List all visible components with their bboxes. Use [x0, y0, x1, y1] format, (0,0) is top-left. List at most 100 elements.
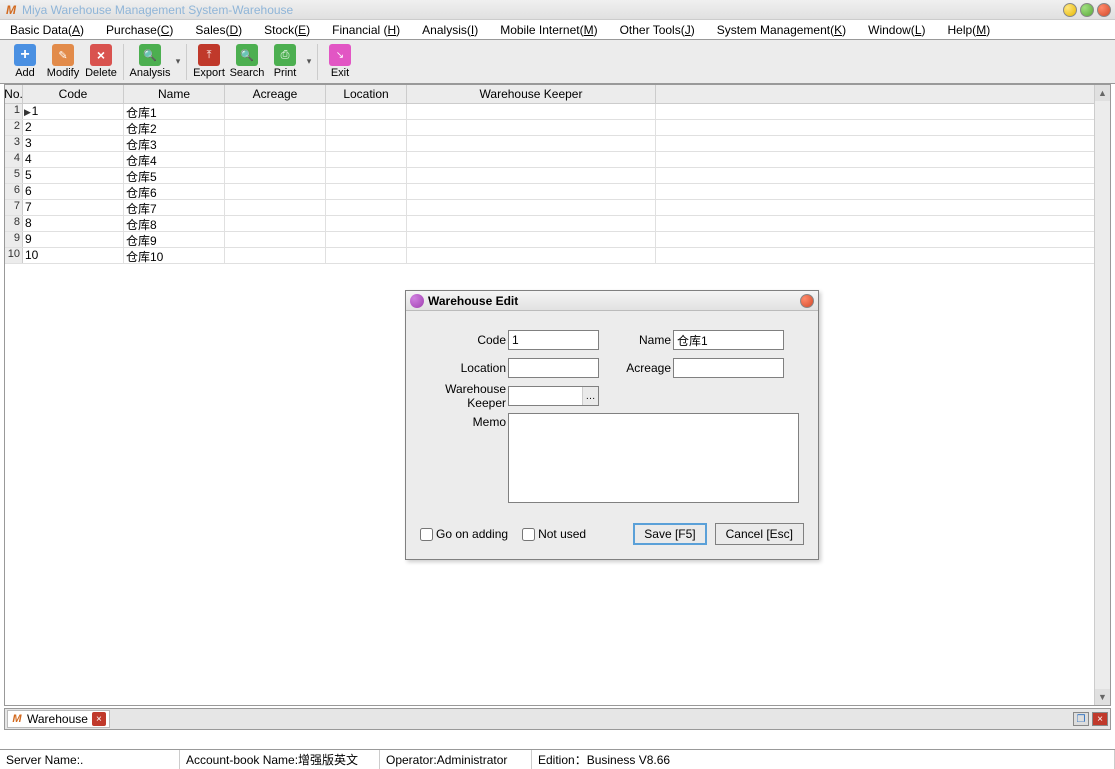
tab-label: Warehouse	[27, 712, 88, 726]
dialog-footer: Go on adding Not used Save [F5] Cancel […	[406, 519, 818, 545]
keeper-lookup-button[interactable]: …	[582, 387, 598, 405]
code-input[interactable]	[508, 330, 599, 350]
menu-bar: Basic Data(A) Purchase(C) Sales(D) Stock…	[0, 20, 1115, 40]
acreage-input[interactable]	[673, 358, 784, 378]
cell-acreage	[225, 168, 326, 183]
cell-name: 仓库8	[124, 216, 225, 231]
table-row[interactable]: 77仓库7	[5, 200, 1110, 216]
cell-location	[326, 104, 407, 119]
save-button[interactable]: Save [F5]	[633, 523, 706, 545]
table-row[interactable]: 22仓库2	[5, 120, 1110, 136]
close-all-button[interactable]: ×	[1092, 712, 1108, 726]
cell-name: 仓库4	[124, 152, 225, 167]
cell-location	[326, 152, 407, 167]
status-server: Server Name:.	[0, 750, 180, 769]
dialog-close-button[interactable]	[800, 294, 814, 308]
table-row[interactable]: 44仓库4	[5, 152, 1110, 168]
table-row[interactable]: 1010仓库10	[5, 248, 1110, 264]
scroll-down-icon[interactable]: ▼	[1095, 689, 1110, 705]
go-on-adding-checkbox[interactable]: Go on adding	[420, 527, 508, 541]
cell-keeper	[407, 168, 656, 183]
col-location[interactable]: Location	[326, 85, 407, 103]
cell-acreage	[225, 232, 326, 247]
menu-window[interactable]: Window(L)	[868, 23, 925, 37]
separator	[123, 44, 124, 80]
scroll-up-icon[interactable]: ▲	[1095, 85, 1110, 101]
name-input[interactable]	[673, 330, 784, 350]
col-code[interactable]: Code	[23, 85, 124, 103]
maximize-button[interactable]	[1080, 3, 1094, 17]
col-name[interactable]: Name	[124, 85, 225, 103]
table-row[interactable]: 55仓库5	[5, 168, 1110, 184]
print-button[interactable]: ⎙ Print	[266, 44, 304, 79]
cell-code: 3	[23, 136, 124, 151]
print-dropdown[interactable]: ▾	[304, 40, 314, 84]
plus-icon: +	[14, 44, 36, 66]
analysis-button[interactable]: 🔍 Analysis	[127, 44, 173, 79]
cell-code: 8	[23, 216, 124, 231]
cell-location	[326, 168, 407, 183]
cell-code: 6	[23, 184, 124, 199]
tab-warehouse[interactable]: M Warehouse ×	[7, 710, 110, 728]
menu-basic-data[interactable]: Basic Data(A)	[10, 23, 84, 37]
cell-name: 仓库9	[124, 232, 225, 247]
cell-keeper	[407, 216, 656, 231]
menu-purchase[interactable]: Purchase(C)	[106, 23, 173, 37]
table-row[interactable]: 88仓库8	[5, 216, 1110, 232]
grid-header: No. Code Name Acreage Location Warehouse…	[5, 85, 1110, 104]
table-row[interactable]: 33仓库3	[5, 136, 1110, 152]
cell-keeper	[407, 120, 656, 135]
delete-button[interactable]: × Delete	[82, 44, 120, 79]
cell-code: 9	[23, 232, 124, 247]
table-row[interactable]: 99仓库9	[5, 232, 1110, 248]
cell-name: 仓库3	[124, 136, 225, 151]
col-no[interactable]: No.	[5, 85, 23, 103]
cell-keeper	[407, 184, 656, 199]
memo-textarea[interactable]	[508, 413, 799, 503]
menu-financial[interactable]: Financial (H)	[332, 23, 400, 37]
dialog-title-bar[interactable]: Warehouse Edit	[406, 291, 818, 311]
col-keeper[interactable]: Warehouse Keeper	[407, 85, 656, 103]
menu-other-tools[interactable]: Other Tools(J)	[620, 23, 695, 37]
cell-keeper	[407, 104, 656, 119]
cell-acreage	[225, 136, 326, 151]
menu-mobile-internet[interactable]: Mobile Internet(M)	[500, 23, 597, 37]
cell-keeper	[407, 200, 656, 215]
menu-stock[interactable]: Stock(E)	[264, 23, 310, 37]
minimize-button[interactable]	[1063, 3, 1077, 17]
table-row[interactable]: 1 1仓库1	[5, 104, 1110, 120]
cell-no: 8	[5, 216, 23, 231]
menu-sales[interactable]: Sales(D)	[195, 23, 242, 37]
table-row[interactable]: 66仓库6	[5, 184, 1110, 200]
restore-button[interactable]: ❐	[1073, 712, 1089, 726]
go-on-adding-input[interactable]	[420, 528, 433, 541]
cell-location	[326, 232, 407, 247]
exit-button[interactable]: ↘ Exit	[321, 44, 359, 79]
not-used-input[interactable]	[522, 528, 535, 541]
modify-button[interactable]: ✎ Modify	[44, 44, 82, 79]
x-icon: ×	[90, 44, 112, 66]
not-used-checkbox[interactable]: Not used	[522, 527, 586, 541]
col-acreage[interactable]: Acreage	[225, 85, 326, 103]
cell-code: 7	[23, 200, 124, 215]
location-input[interactable]	[508, 358, 599, 378]
menu-system-management[interactable]: System Management(K)	[717, 23, 846, 37]
add-button[interactable]: + Add	[6, 44, 44, 79]
menu-help[interactable]: Help(M)	[948, 23, 991, 37]
search-button[interactable]: 🔍 Search	[228, 44, 266, 79]
export-button[interactable]: ⤒ Export	[190, 44, 228, 79]
cancel-button[interactable]: Cancel [Esc]	[715, 523, 804, 545]
tab-close-button[interactable]: ×	[92, 712, 106, 726]
cell-no: 9	[5, 232, 23, 247]
status-account-book: Account-book Name:增强版英文	[180, 750, 380, 769]
vertical-scrollbar[interactable]: ▲ ▼	[1094, 85, 1110, 705]
close-button[interactable]	[1097, 3, 1111, 17]
app-icon: M	[4, 3, 18, 17]
warehouse-edit-dialog: Warehouse Edit Code Name Location Acreag…	[405, 290, 819, 560]
cell-acreage	[225, 104, 326, 119]
cell-location	[326, 136, 407, 151]
analysis-dropdown[interactable]: ▾	[173, 40, 183, 84]
status-bar: Server Name:. Account-book Name:增强版英文 Op…	[0, 749, 1115, 769]
keeper-input[interactable]	[509, 387, 582, 405]
menu-analysis[interactable]: Analysis(I)	[422, 23, 478, 37]
